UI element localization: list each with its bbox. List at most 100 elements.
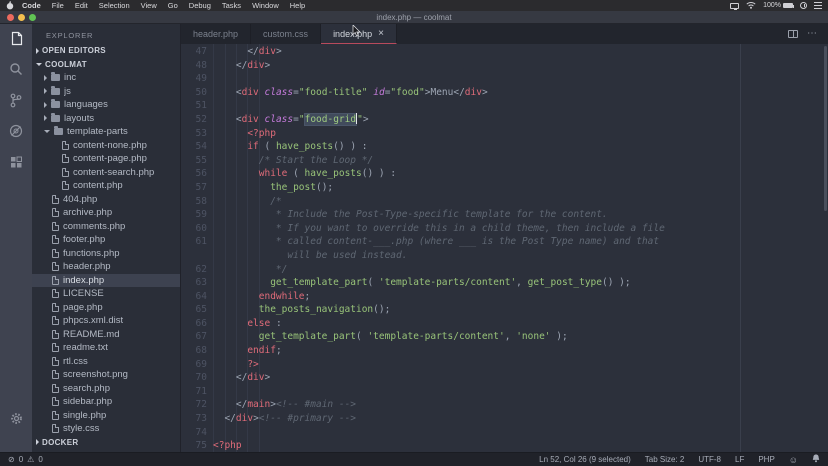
open-editors-section[interactable]: OPEN EDITORS xyxy=(32,44,180,58)
file-search.php[interactable]: search.php xyxy=(32,382,180,396)
tree-item-label: rtl.css xyxy=(63,356,88,367)
token: </ xyxy=(213,60,247,71)
minimize-window-button[interactable] xyxy=(18,14,25,21)
menu-file[interactable]: File xyxy=(52,1,64,10)
menu-window[interactable]: Window xyxy=(252,1,279,10)
code-editor[interactable]: 47 </div>48 </div>4950 <div class="food-… xyxy=(181,44,828,452)
file-README.md[interactable]: README.md xyxy=(32,328,180,342)
root-folder-section[interactable]: COOLMAT xyxy=(32,58,180,72)
menu-tasks[interactable]: Tasks xyxy=(222,1,241,10)
file-index.php[interactable]: index.php xyxy=(32,274,180,288)
file-sidebar.php[interactable]: sidebar.php xyxy=(32,395,180,409)
docker-section[interactable]: DOCKER xyxy=(32,436,180,450)
debug-icon[interactable] xyxy=(8,123,24,139)
file-style.css[interactable]: style.css xyxy=(32,422,180,436)
battery-indicator[interactable]: 100% xyxy=(763,2,793,9)
source-control-icon[interactable] xyxy=(8,92,24,108)
file-screenshot.png[interactable]: screenshot.png xyxy=(32,368,180,382)
notifications-bell-icon[interactable] xyxy=(812,454,820,465)
tree-item-label: content-page.php xyxy=(73,153,147,164)
extensions-icon[interactable] xyxy=(8,154,24,170)
menu-selection[interactable]: Selection xyxy=(99,1,130,10)
tab-header.php[interactable]: header.php xyxy=(181,24,251,44)
control-center-icon[interactable] xyxy=(814,2,822,9)
token: < xyxy=(213,87,242,98)
folder-layouts[interactable]: layouts xyxy=(32,112,180,126)
file-readme.txt[interactable]: readme.txt xyxy=(32,341,180,355)
file-functions.php[interactable]: functions.php xyxy=(32,247,180,261)
menu-debug[interactable]: Debug xyxy=(189,1,211,10)
line-number xyxy=(181,249,207,263)
token: ( xyxy=(356,331,367,342)
menu-go[interactable]: Go xyxy=(168,1,178,10)
file-page.php[interactable]: page.php xyxy=(32,301,180,315)
folder-js[interactable]: js xyxy=(32,85,180,99)
status-tab-size-2[interactable]: Tab Size: 2 xyxy=(645,455,685,464)
clock-icon[interactable] xyxy=(800,2,807,9)
token: endif xyxy=(247,345,276,356)
file-phpcs.xml.dist[interactable]: phpcs.xml.dist xyxy=(32,314,180,328)
display-icon[interactable] xyxy=(730,3,739,9)
status-utf-8[interactable]: UTF-8 xyxy=(698,455,721,464)
menu-edit[interactable]: Edit xyxy=(75,1,88,10)
file-404.php[interactable]: 404.php xyxy=(32,193,180,207)
token: ( xyxy=(367,277,378,288)
vertical-scrollbar[interactable] xyxy=(824,46,827,211)
menu-help[interactable]: Help xyxy=(290,1,305,10)
file-rtl.css[interactable]: rtl.css xyxy=(32,355,180,369)
status-php[interactable]: PHP xyxy=(758,455,774,464)
file-icon xyxy=(52,384,59,393)
problems-indicator[interactable]: ⊘ 0 ⚠ 0 xyxy=(8,455,43,464)
search-icon[interactable] xyxy=(8,61,24,77)
token xyxy=(213,304,259,315)
feedback-smiley-icon[interactable]: ☺ xyxy=(789,455,798,465)
folder-languages[interactable]: languages xyxy=(32,98,180,112)
window-title-bar: index.php — coolmat xyxy=(0,11,828,24)
close-tab-icon[interactable]: × xyxy=(378,29,384,39)
editor-column: header.phpcustom.cssindex.php× ⋯ 47 </di… xyxy=(180,24,828,452)
token xyxy=(213,277,270,288)
close-window-button[interactable] xyxy=(7,14,14,21)
tree-item-label: README.md xyxy=(63,329,119,340)
status-ln-52-col-26-9-selected[interactable]: Ln 52, Col 26 (9 selected) xyxy=(539,455,631,464)
token: else xyxy=(247,318,270,329)
editor-actions: ⋯ xyxy=(788,24,828,44)
main-area: EXPLORER OPEN EDITORS COOLMAT incjslangu… xyxy=(0,24,828,452)
explorer-icon[interactable] xyxy=(8,30,24,46)
zoom-window-button[interactable] xyxy=(29,14,36,21)
error-icon: ⊘ xyxy=(8,456,15,464)
status-lf[interactable]: LF xyxy=(735,455,744,464)
apple-menu-icon[interactable] xyxy=(6,1,14,10)
folder-inc[interactable]: inc xyxy=(32,71,180,85)
settings-gear-icon[interactable] xyxy=(8,410,24,426)
file-icon xyxy=(52,411,59,420)
line-number: 66 xyxy=(181,317,207,331)
file-content-page.php[interactable]: content-page.php xyxy=(32,152,180,166)
docker-label: DOCKER xyxy=(42,438,78,447)
tree-item-label: search.php xyxy=(63,383,110,394)
menu-code[interactable]: Code xyxy=(22,1,41,10)
wifi-icon[interactable] xyxy=(746,1,756,11)
folder-icon xyxy=(51,74,60,81)
error-count: 0 xyxy=(19,455,23,464)
folder-template-parts[interactable]: template-parts xyxy=(32,125,180,139)
line-number: 73 xyxy=(181,412,207,426)
token: > xyxy=(276,46,282,57)
file-archive.php[interactable]: archive.php xyxy=(32,206,180,220)
menu-view[interactable]: View xyxy=(141,1,157,10)
mouse-cursor xyxy=(352,24,361,42)
file-single.php[interactable]: single.php xyxy=(32,409,180,423)
file-content-search.php[interactable]: content-search.php xyxy=(32,166,180,180)
file-content.php[interactable]: content.php xyxy=(32,179,180,193)
file-LICENSE[interactable]: LICENSE xyxy=(32,287,180,301)
file-comments.php[interactable]: comments.php xyxy=(32,220,180,234)
file-content-none.php[interactable]: content-none.php xyxy=(32,139,180,153)
tab-custom.css[interactable]: custom.css xyxy=(251,24,321,44)
more-actions-icon[interactable]: ⋯ xyxy=(807,31,818,37)
code-line: 65 the_posts_navigation(); xyxy=(181,303,828,317)
code-text: <?php xyxy=(207,127,276,141)
split-editor-icon[interactable] xyxy=(788,30,798,38)
file-header.php[interactable]: header.php xyxy=(32,260,180,274)
line-number: 58 xyxy=(181,195,207,209)
file-footer.php[interactable]: footer.php xyxy=(32,233,180,247)
